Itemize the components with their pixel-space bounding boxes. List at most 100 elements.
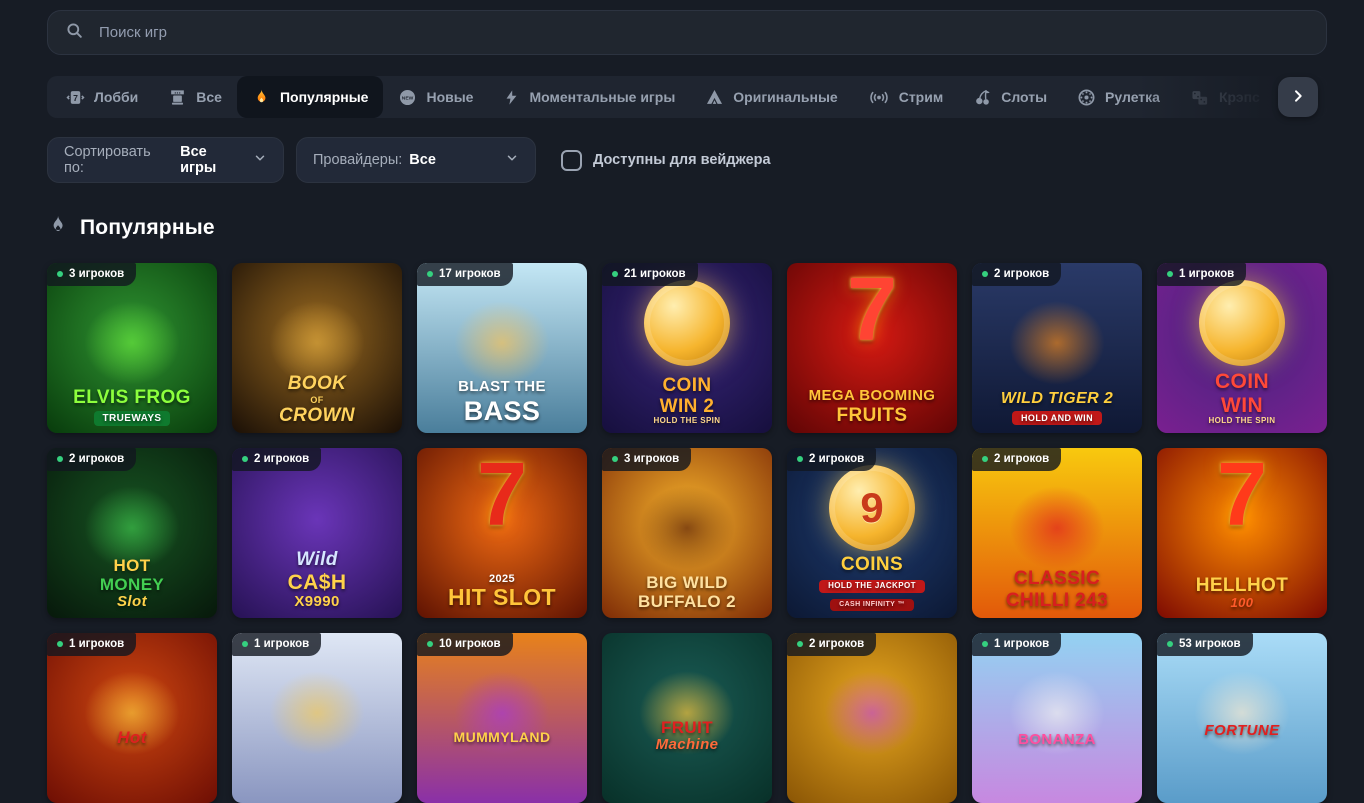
- online-dot-icon: [57, 456, 63, 462]
- players-count-text: 2 игроков: [69, 453, 124, 465]
- game-title: ELVIS FROGTRUEWAYS: [52, 387, 212, 426]
- game-lobby-page: 7Лобби Все ПопулярныеNEWНовые Моментальные …: [0, 0, 1364, 803]
- tab-roulette[interactable]: Рулетка: [1062, 76, 1175, 118]
- game-tile-big-wild-buffalo-2[interactable]: BIG WILDBUFFALO 23 игроков: [602, 448, 772, 618]
- tab-instant[interactable]: Моментальные игры: [488, 76, 690, 118]
- players-count-text: 1 игроков: [1179, 268, 1234, 280]
- game-tile-joker-character-game[interactable]: 2 игроков: [787, 633, 957, 803]
- game-tile-hell-hot-100[interactable]: 7HELLHOT100: [1157, 448, 1327, 618]
- players-count-text: 21 игроков: [624, 268, 686, 280]
- online-dot-icon: [797, 641, 803, 647]
- chevron-right-icon: [1290, 88, 1306, 107]
- online-dot-icon: [57, 641, 63, 647]
- players-count-badge: 17 игроков: [417, 263, 513, 286]
- game-art: [991, 285, 1123, 401]
- game-art: [436, 655, 568, 771]
- players-count-text: 2 игроков: [994, 268, 1049, 280]
- players-count-badge: 1 игроков: [1157, 263, 1246, 286]
- tab-slots[interactable]: Слоты: [958, 76, 1062, 118]
- players-count-text: 2 игроков: [994, 453, 1049, 465]
- lucky-seven-art: 7: [417, 448, 587, 543]
- tab-popular[interactable]: Популярные: [237, 76, 383, 118]
- tab-new[interactable]: NEWНовые: [383, 76, 488, 118]
- game-art: [806, 655, 938, 771]
- game-tile-coin-win-hold-the-spin[interactable]: COINWINHOLD THE SPIN 1 игроков: [1157, 263, 1327, 433]
- game-tile-hot-money-slot[interactable]: HOTMONEYSlot2 игроков: [47, 448, 217, 618]
- provider-dropdown[interactable]: Провайдеры: Все: [296, 137, 536, 183]
- search-input[interactable]: [97, 23, 1309, 42]
- game-tile-coin-win-2-hold-the-spin[interactable]: COINWIN 2HOLD THE SPIN 21 игроков: [602, 263, 772, 433]
- players-count-badge: 2 игроков: [787, 633, 876, 656]
- players-count-text: 1 игроков: [69, 638, 124, 650]
- game-tile-fruit-machine[interactable]: FRUITMachine: [602, 633, 772, 803]
- online-dot-icon: [427, 641, 433, 647]
- game-tile-wild-tiger-2-hold-and-win[interactable]: WILD TIGER 2HOLD AND WIN 2 игроков: [972, 263, 1142, 433]
- game-art: [991, 655, 1123, 771]
- game-tile-elvis-frog-trueways[interactable]: ELVIS FROGTRUEWAYS 3 игроков: [47, 263, 217, 433]
- sort-dropdown[interactable]: Сортировать по: Все игры: [47, 137, 284, 183]
- tab-label: Оригинальные: [733, 89, 837, 105]
- tab-label: Слоты: [1001, 89, 1047, 105]
- players-count-text: 2 игроков: [809, 638, 864, 650]
- game-tile-zeus-character-game[interactable]: 1 игроков: [232, 633, 402, 803]
- tab-stream[interactable]: Стрим: [853, 76, 958, 118]
- online-dot-icon: [612, 456, 618, 462]
- game-art: [621, 470, 753, 586]
- game-title: COINWIN 2HOLD THE SPIN: [607, 375, 767, 426]
- stream-icon: [868, 88, 890, 107]
- players-count-text: 1 игроков: [994, 638, 1049, 650]
- lightning-icon: [503, 88, 520, 107]
- game-tile-2025-hit-slot[interactable]: 72025HIT SLOT: [417, 448, 587, 618]
- players-count-text: 1 игроков: [254, 638, 309, 650]
- players-count-badge: 2 игроков: [972, 263, 1061, 286]
- filter-row: Сортировать по: Все игры Провайдеры: Все…: [47, 137, 1327, 183]
- game-tile-wild-cash-x9990[interactable]: WildCA$HX99902 игроков: [232, 448, 402, 618]
- players-count-badge: 53 игроков: [1157, 633, 1253, 656]
- tab-originals[interactable]: Оригинальные: [690, 76, 852, 118]
- game-tile-mummyland-treasures[interactable]: MUMMYLAND10 игроков: [417, 633, 587, 803]
- game-title: COINWINHOLD THE SPIN: [1162, 370, 1322, 426]
- players-count-text: 53 игроков: [1179, 638, 1241, 650]
- online-dot-icon: [1167, 271, 1173, 277]
- game-title: WILD TIGER 2HOLD AND WIN: [977, 390, 1137, 426]
- tab-label: Крэпс: [1219, 89, 1260, 105]
- game-tile-bonanza-candy-game[interactable]: BONANZA1 игроков: [972, 633, 1142, 803]
- tab-label: Все: [196, 89, 222, 105]
- game-tile-blast-the-bass[interactable]: BLAST THEBASS 17 игроков: [417, 263, 587, 433]
- players-count-badge: 1 игроков: [972, 633, 1061, 656]
- game-tile-9-coins-hold-the-jackpot[interactable]: 9COINSHOLD THE JACKPOTCASH INFINITY ™2 и…: [787, 448, 957, 618]
- svg-text:7: 7: [73, 93, 78, 103]
- game-art: [66, 285, 198, 401]
- players-count-badge: 2 игроков: [972, 448, 1061, 471]
- game-tile-fortune-cat-game[interactable]: FORTUNE53 игроков: [1157, 633, 1327, 803]
- players-count-badge: 21 игроков: [602, 263, 698, 286]
- players-count-badge: 2 игроков: [787, 448, 876, 471]
- svg-text:NEW: NEW: [402, 95, 414, 101]
- players-count-text: 3 игроков: [69, 268, 124, 280]
- players-count-text: 2 игроков: [254, 453, 309, 465]
- wager-checkbox[interactable]: [561, 150, 582, 171]
- tab-all[interactable]: Все: [153, 76, 237, 118]
- game-tile-hot-fruits-game[interactable]: Hot1 игроков: [47, 633, 217, 803]
- tab-label: Моментальные игры: [529, 89, 675, 105]
- game-title: CLASSICCHILLI 243: [977, 568, 1137, 611]
- game-art: [66, 655, 198, 771]
- players-count-text: 2 игроков: [809, 453, 864, 465]
- tab-craps[interactable]: Крэпс: [1175, 76, 1275, 118]
- players-count-badge: 2 игроков: [232, 448, 321, 471]
- tabs-scroll-right-button[interactable]: [1278, 77, 1318, 117]
- sort-label: Сортировать по:: [64, 144, 173, 176]
- tab-lobby[interactable]: 7Лобби: [51, 76, 153, 118]
- originals-icon: [705, 88, 724, 107]
- game-tile-book-of-crown[interactable]: BOOKOFCROWN: [232, 263, 402, 433]
- chevron-down-icon: [505, 151, 519, 169]
- game-tile-mega-booming-fruits[interactable]: 7MEGA BOOMINGFRUITS: [787, 263, 957, 433]
- wager-filter[interactable]: Доступны для вейджера: [561, 150, 771, 171]
- search-bar: [47, 10, 1327, 55]
- online-dot-icon: [427, 271, 433, 277]
- game-tile-classic-chilli-243[interactable]: CLASSICCHILLI 243 2 игроков: [972, 448, 1142, 618]
- wager-checkbox-label: Доступны для вейджера: [593, 152, 771, 168]
- game-title: BLAST THEBASS: [422, 379, 582, 426]
- provider-value: Все: [409, 152, 436, 168]
- gold-coin-art: [644, 280, 730, 366]
